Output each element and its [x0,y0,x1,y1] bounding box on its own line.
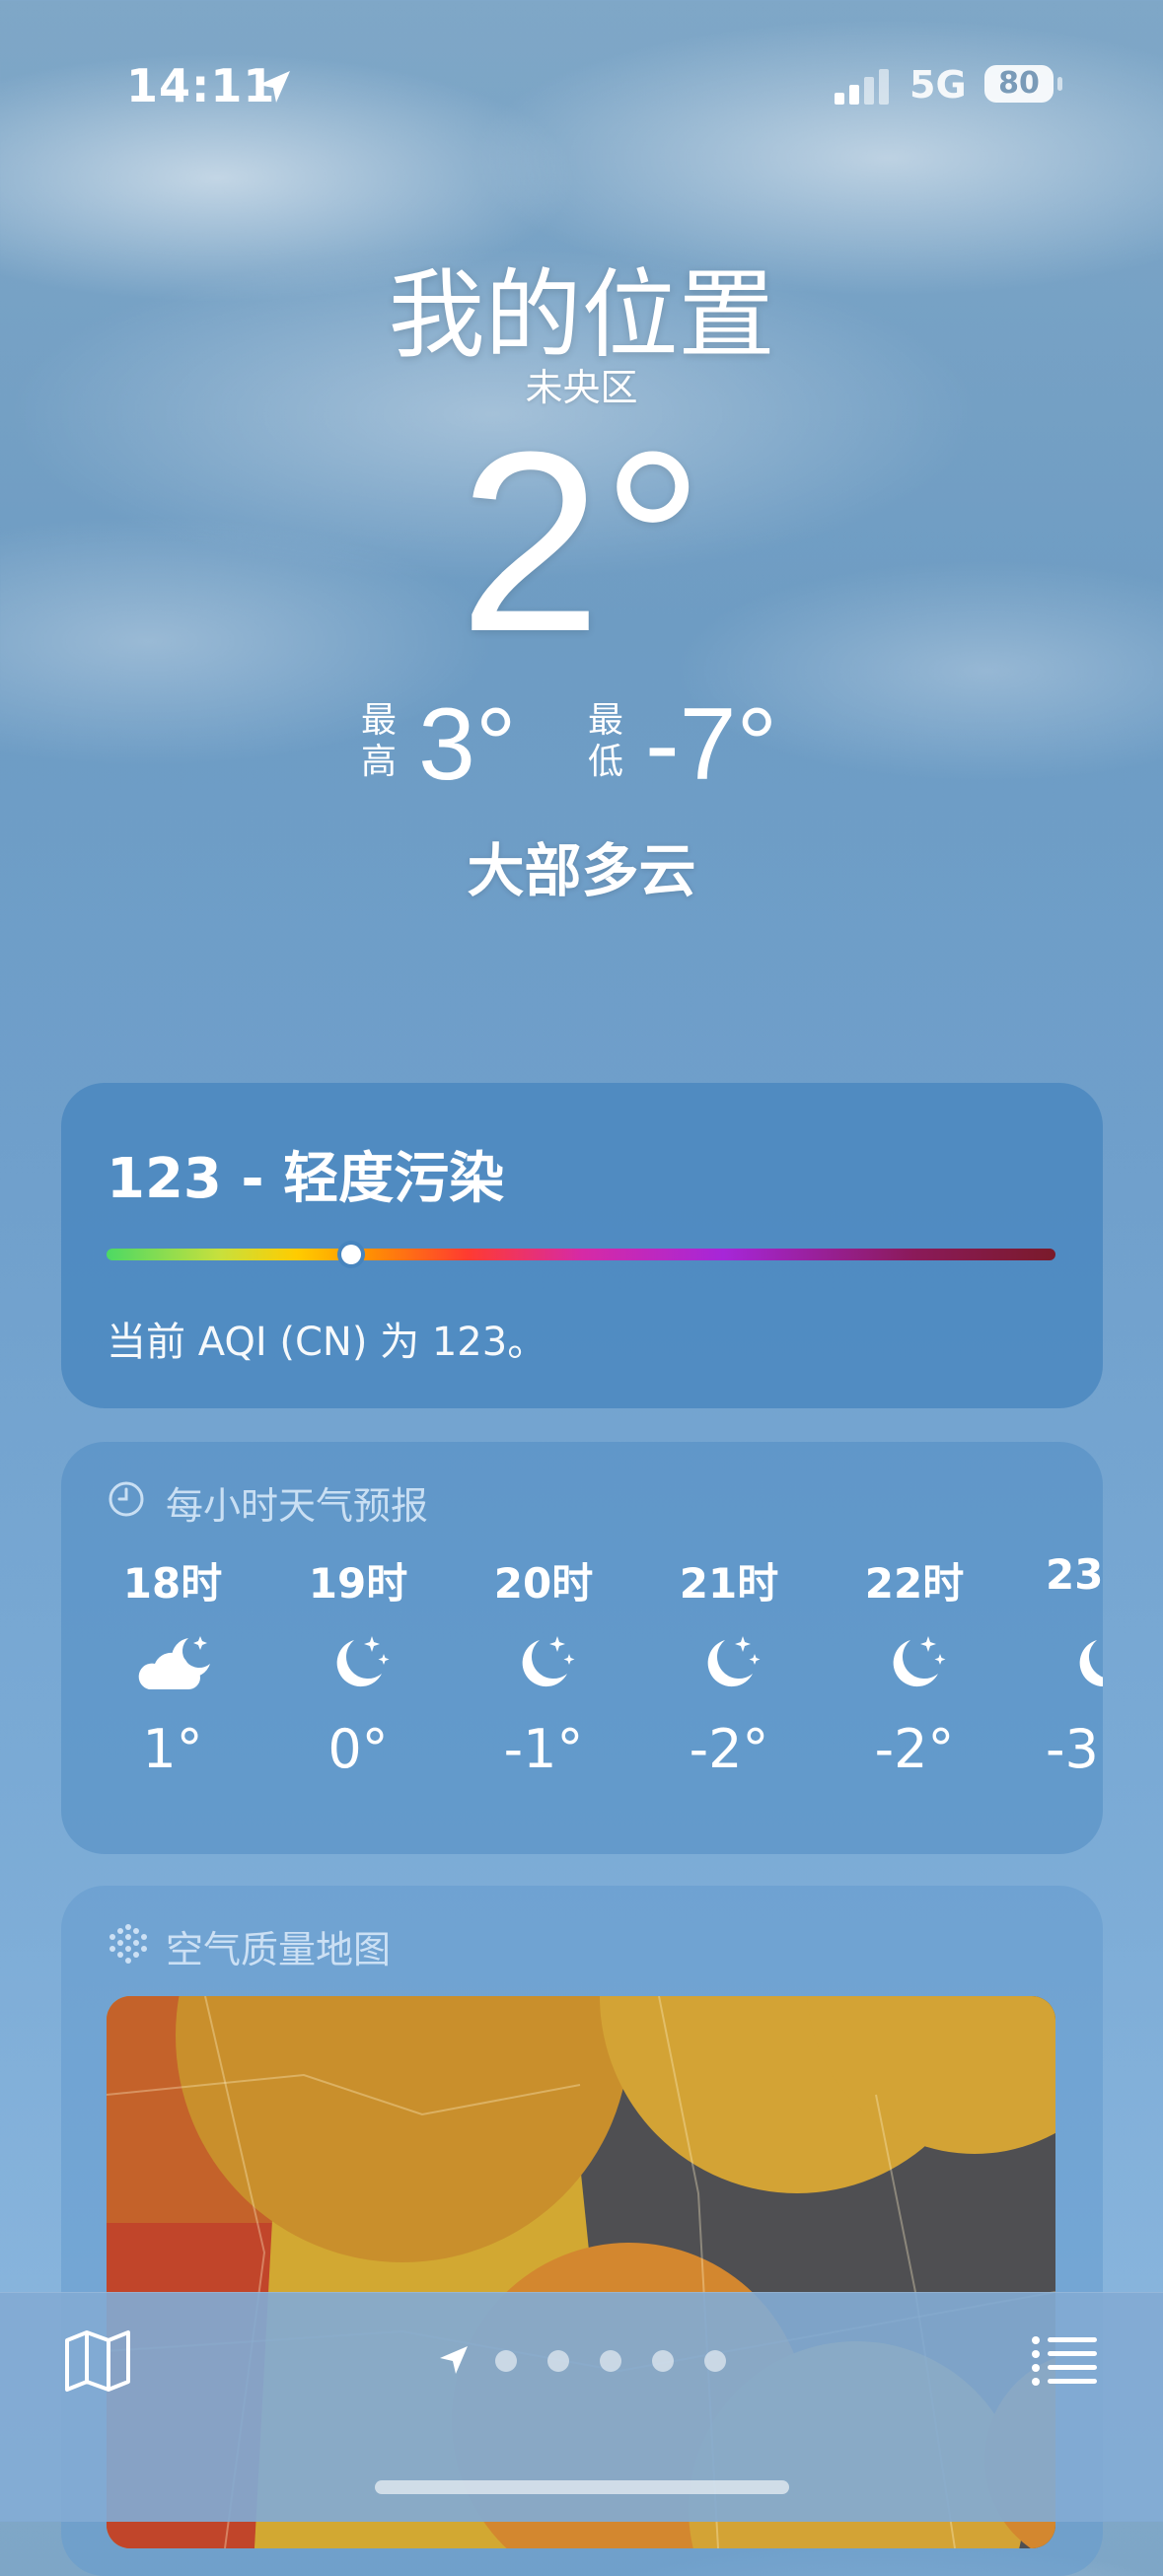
hour-label: 22时 [864,1559,965,1608]
hour-item: 22时 -2° [850,1550,979,1780]
hour-temp: 1° [142,1718,203,1780]
hour-item: 19时 0° [294,1550,422,1780]
current-temperature: 2° [459,399,704,685]
aqi-description: 当前 AQI (CN) 为 123。 [107,1320,547,1365]
hour-temp: -3 [1046,1718,1099,1780]
status-time: 14:11 [126,59,276,112]
air-map-title: 空气质量地图 [166,1928,392,1971]
hourly-title: 每小时天气预报 [166,1484,429,1528]
bottom-toolbar [0,2292,1163,2522]
battery-cap [1057,77,1062,91]
high-label: 最高 [360,700,397,782]
hour-label: 18时 [122,1559,223,1608]
moon-stars-icon [522,1636,575,1687]
home-indicator[interactable] [375,2480,789,2494]
map-icon[interactable] [63,2328,132,2394]
aqi-title: 123 - 轻度污染 [107,1147,505,1211]
current-location-arrow-icon [440,2346,468,2374]
high-low-temps: 最高 3° 最低 -7° [0,690,1163,799]
hour-temp: -2° [874,1718,955,1780]
weather-condition: 大部多云 [467,837,696,904]
page-dot[interactable] [495,2350,517,2372]
hour-label: 19时 [308,1559,408,1608]
page-dot[interactable] [652,2350,674,2372]
page-dot[interactable] [704,2350,726,2372]
low-temp: -7° [645,687,778,802]
high-temp: 3° [418,687,517,802]
hour-item: 21时 -2° [665,1550,793,1780]
moon-stars-icon [336,1636,390,1687]
aqi-indicator [341,1245,361,1264]
signal-icon [835,69,889,105]
clock-icon [109,1481,144,1517]
aqi-card[interactable]: 123 - 轻度污染 当前 AQI (CN) 为 123。 [61,1083,1103,1408]
aqi-scale-bar [107,1249,1055,1260]
location-title: 我的位置 [388,259,775,372]
hour-label: 20时 [493,1559,594,1608]
moon-stars-icon [1079,1640,1103,1687]
air-quality-dots-icon [109,1924,147,1964]
hour-temp: 0° [327,1718,389,1780]
page-dot[interactable] [600,2350,621,2372]
battery-level: 80 [984,65,1054,103]
hourly-forecast-card[interactable]: 每小时天气预报 18时 1° 19时 0° 20时 -1° 21时 -2° 22… [61,1442,1103,1854]
hour-item: 20时 -1° [479,1550,608,1780]
list-icon[interactable] [1030,2332,1099,2392]
hour-item: 18时 1° [109,1550,237,1780]
low-label: 最低 [587,700,623,782]
hour-item: 23 -3 [1036,1550,1103,1780]
page-indicator[interactable] [434,2340,750,2380]
cloud-moon-icon [138,1636,210,1689]
location-arrow-icon [258,71,290,103]
hour-temp: -2° [689,1718,769,1780]
hour-label: 21时 [679,1559,779,1608]
hour-temp: -1° [503,1718,584,1780]
network-type: 5G [909,63,967,107]
status-bar: 14:11 5G 80 [0,59,1163,118]
page-dot[interactable] [547,2350,569,2372]
moon-stars-icon [893,1636,946,1687]
hour-label: 23 [1046,1550,1103,1599]
moon-stars-icon [707,1636,761,1687]
